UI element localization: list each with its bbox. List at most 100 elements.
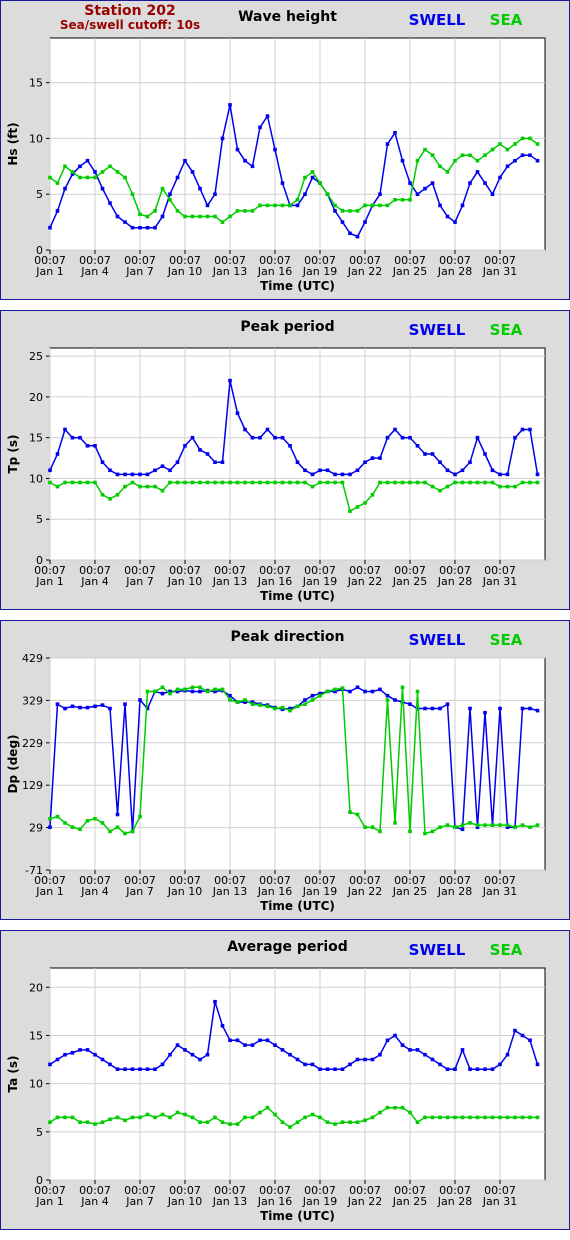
data-point <box>468 153 472 157</box>
data-point <box>325 1067 330 1071</box>
x-tick-date: Jan 25 <box>392 885 427 898</box>
data-point <box>190 685 195 690</box>
data-point <box>220 1120 225 1124</box>
data-point <box>498 472 502 477</box>
x-tick-date: Jan 10 <box>167 885 202 898</box>
data-point <box>243 427 247 432</box>
data-point <box>70 435 75 440</box>
data-point <box>340 220 345 224</box>
data-point <box>423 452 427 456</box>
x-tick-date: Jan 7 <box>125 1195 153 1208</box>
data-point <box>198 1057 202 1062</box>
data-point <box>370 456 375 460</box>
data-point <box>123 220 127 224</box>
data-point <box>63 821 67 825</box>
data-point <box>483 153 487 157</box>
data-point <box>153 209 157 213</box>
data-point <box>363 501 367 505</box>
data-point <box>438 164 442 169</box>
x-tick-date: Jan 1 <box>35 265 63 278</box>
data-point <box>70 704 75 709</box>
y-tick-label: 10 <box>29 132 43 145</box>
x-tick-date: Jan 31 <box>482 1195 517 1208</box>
data-point <box>310 693 315 698</box>
data-point <box>220 480 225 485</box>
data-point <box>78 480 82 485</box>
data-point <box>288 708 292 713</box>
data-point <box>325 1120 330 1124</box>
data-point <box>520 136 525 141</box>
data-point <box>160 685 165 690</box>
data-point <box>258 435 262 440</box>
x-tick-date: Jan 25 <box>392 575 427 588</box>
data-point <box>198 186 202 191</box>
data-point <box>130 480 135 485</box>
data-point <box>520 1115 525 1120</box>
x-tick-date: Jan 4 <box>80 1195 108 1208</box>
data-point <box>498 706 502 711</box>
data-point <box>70 1115 75 1120</box>
data-point <box>363 203 367 208</box>
data-point <box>93 444 97 448</box>
data-point <box>93 1122 97 1126</box>
data-point <box>460 827 465 832</box>
chart-title: Wave height <box>238 9 337 25</box>
station-name: Station 202 <box>84 3 175 19</box>
data-point <box>55 181 60 185</box>
y-tick-label: 29 <box>29 822 43 835</box>
data-point <box>85 480 90 485</box>
data-point <box>460 1115 465 1120</box>
data-point <box>348 472 352 477</box>
data-point <box>408 829 412 834</box>
data-point <box>385 698 390 702</box>
data-point <box>438 203 442 208</box>
data-point <box>520 823 525 827</box>
data-point <box>280 480 285 485</box>
data-point <box>235 700 240 704</box>
data-point <box>145 484 150 489</box>
data-point <box>310 1112 315 1117</box>
data-point <box>423 480 427 485</box>
data-point <box>205 480 210 485</box>
data-point <box>228 1122 232 1126</box>
data-point <box>430 181 435 185</box>
data-point <box>175 1110 180 1115</box>
data-point <box>318 693 322 698</box>
x-tick-date: Jan 28 <box>437 885 472 898</box>
data-point <box>265 114 270 118</box>
x-tick-date: Jan 13 <box>212 885 247 898</box>
data-point <box>370 1115 375 1120</box>
data-point <box>453 480 457 485</box>
data-point <box>393 480 397 485</box>
data-point <box>243 480 247 485</box>
legend-sea: SEA <box>490 11 523 29</box>
data-point <box>108 1117 112 1122</box>
data-point <box>483 823 487 827</box>
data-point <box>408 181 412 185</box>
data-point <box>385 203 390 208</box>
data-point <box>468 480 472 485</box>
data-point <box>370 493 375 497</box>
data-point <box>63 186 67 191</box>
data-point <box>115 812 120 817</box>
data-point <box>265 203 270 208</box>
data-point <box>348 689 352 694</box>
data-point <box>85 158 90 163</box>
data-point <box>70 1051 75 1055</box>
data-point <box>205 1052 210 1057</box>
data-point <box>490 192 495 196</box>
y-tick-label: 129 <box>22 779 43 792</box>
data-point <box>183 687 187 692</box>
data-point <box>145 472 150 477</box>
data-point <box>138 212 142 217</box>
data-point <box>415 1048 420 1052</box>
data-point <box>385 1105 390 1110</box>
data-point <box>243 209 247 213</box>
data-point <box>175 480 180 485</box>
y-axis-label: Hs (ft) <box>6 122 20 165</box>
x-tick-date: Jan 10 <box>167 265 202 278</box>
data-point <box>460 480 465 485</box>
data-point <box>363 1118 367 1123</box>
data-point <box>78 1048 82 1052</box>
data-point <box>505 472 510 477</box>
